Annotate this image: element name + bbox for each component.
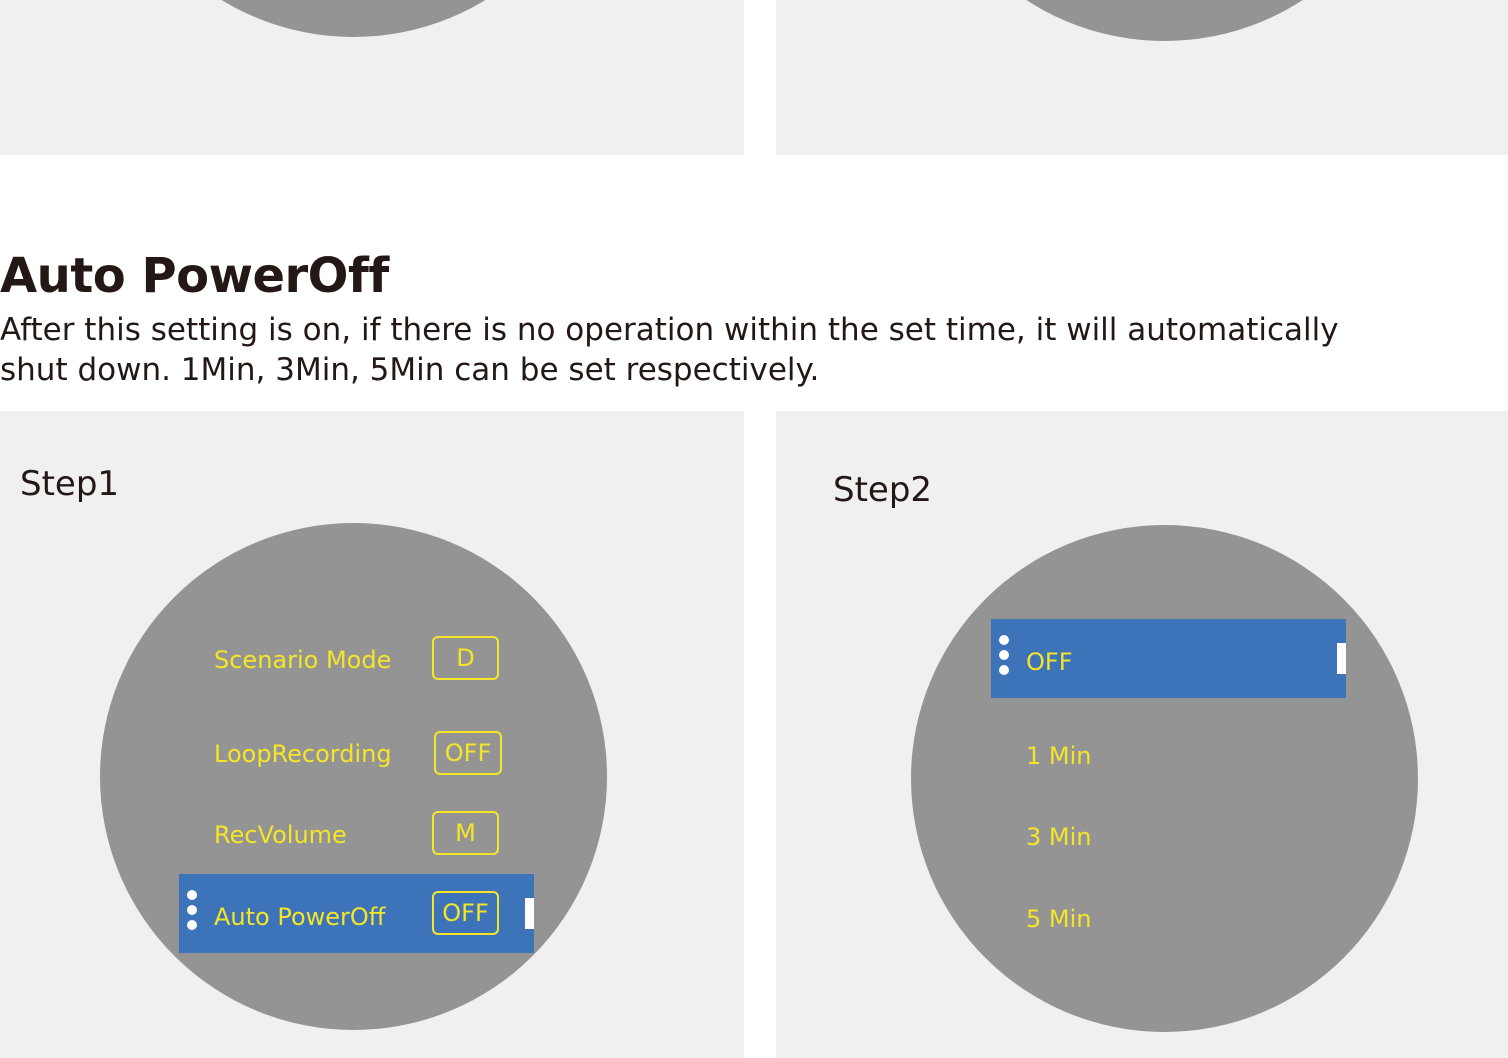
step1-device-screen: Scenario Mode D LoopRecording OFF RecVol… [100,523,607,1030]
step1-label: Step1 [20,464,120,504]
previous-screen-left [100,0,607,37]
menu-item-rec-volume-label[interactable]: RecVolume [214,820,347,850]
more-options-icon [187,890,197,935]
menu-item-auto-poweroff-value: OFF [432,891,499,935]
menu-item-scenario-mode-value: D [432,636,499,680]
scroll-indicator [1337,643,1346,674]
step2-device-screen: OFF 1 Min 3 Min 5 Min [911,525,1418,1032]
menu-item-loop-recording-value: OFF [434,731,502,775]
menu-item-scenario-mode-label[interactable]: Scenario Mode [214,645,391,675]
previous-screen-right [911,0,1418,41]
menu-item-loop-recording-label[interactable]: LoopRecording [214,739,392,769]
scroll-indicator [525,898,534,929]
previous-step-panel-right [776,0,1508,155]
section-title: Auto PowerOff [0,248,389,304]
more-options-icon [999,635,1009,680]
section-description: After this setting is on, if there is no… [0,310,1500,390]
option-off-highlight[interactable]: OFF [991,619,1346,698]
menu-item-auto-poweroff-highlight[interactable]: Auto PowerOff OFF [179,874,534,953]
step2-panel: Step2 OFF 1 Min 3 Min 5 Min [776,411,1508,1058]
menu-item-auto-poweroff-label: Auto PowerOff [214,903,386,931]
step1-panel: Step1 Scenario Mode D LoopRecording OFF … [0,411,744,1058]
previous-step-panel-left [0,0,744,155]
option-3-min[interactable]: 3 Min [1026,822,1091,852]
description-line-2: shut down. 1Min, 3Min, 5Min can be set r… [0,352,820,388]
description-line-1: After this setting is on, if there is no… [0,312,1339,348]
step2-label: Step2 [833,470,933,510]
option-1-min[interactable]: 1 Min [1026,741,1091,771]
option-5-min[interactable]: 5 Min [1026,904,1091,934]
menu-item-rec-volume-value: M [432,811,499,855]
option-off-label: OFF [1026,648,1073,676]
